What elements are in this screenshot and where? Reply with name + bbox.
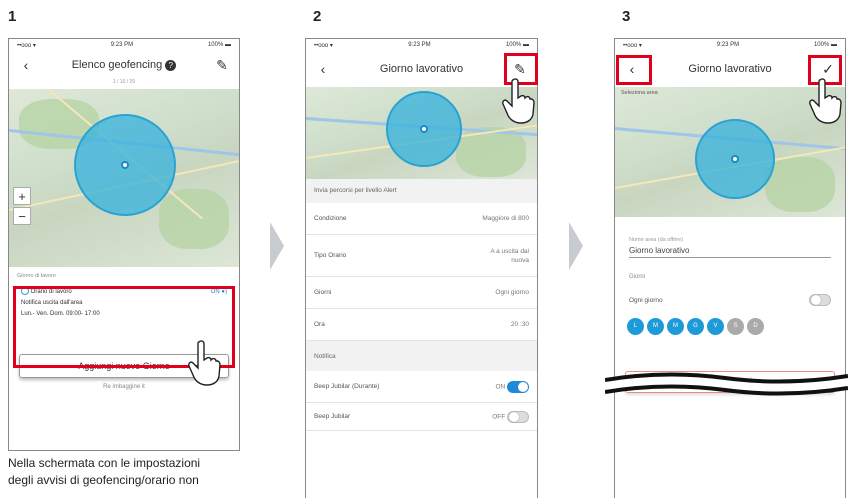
location-marker-icon bbox=[121, 161, 129, 169]
day-button[interactable]: L bbox=[627, 317, 644, 335]
day-button[interactable]: M bbox=[647, 317, 664, 335]
status-bar: ••ooo ▾ 9:23 PM 100% ▬ bbox=[306, 39, 537, 51]
step-number-1: 1 bbox=[8, 8, 17, 25]
map-label: Seleziona area bbox=[621, 90, 658, 96]
section-break-icon bbox=[605, 372, 848, 396]
status-bar: ••ooo ▾ 9:23 PM 100% ▬ bbox=[9, 39, 239, 51]
caption-line: degli avvisi di geofencing/orario non bbox=[8, 473, 199, 487]
days-label: Giorni bbox=[629, 274, 646, 280]
everyday-row: Ogni giorno bbox=[615, 280, 845, 306]
geofence-area bbox=[74, 114, 176, 216]
row-value: Ogni giorno bbox=[495, 289, 529, 296]
status-bar: ••ooo ▾ 9:23 PM 100% ▬ bbox=[615, 39, 845, 51]
row-label: Giorni bbox=[314, 289, 332, 296]
arrow-right-icon bbox=[569, 222, 583, 270]
day-button[interactable]: D bbox=[747, 317, 764, 335]
signal-indicator: ••ooo ▾ bbox=[623, 42, 642, 49]
geofence-area bbox=[386, 91, 462, 167]
setting-row[interactable]: Giorni Ogni giorno bbox=[306, 277, 537, 309]
everyday-label: Ogni giorno bbox=[629, 296, 663, 304]
setting-row[interactable]: Ora 20 :30 bbox=[306, 309, 537, 341]
location-marker-icon bbox=[420, 125, 428, 133]
caption-line: Nella schermata con le impostazioni bbox=[8, 456, 201, 470]
day-selector: LMMGVSD bbox=[615, 306, 845, 335]
phone-screen-1: ••ooo ▾ 9:23 PM 100% ▬ ‹ Elenco geofenci… bbox=[8, 38, 240, 451]
row-label: Ora bbox=[314, 321, 325, 328]
row-label: Beep Jubilar bbox=[314, 413, 351, 420]
nav-bar: ‹ Elenco geofencing ? ✎ bbox=[9, 51, 239, 79]
section-label: Giorno di lavoro bbox=[17, 273, 56, 279]
back-icon[interactable]: ‹ bbox=[17, 56, 35, 74]
zoom-in-button[interactable]: + bbox=[13, 187, 31, 205]
row-label: Beep Jubilar (Durante) bbox=[314, 383, 380, 390]
day-button[interactable]: V bbox=[707, 317, 724, 335]
arrow-right-icon bbox=[270, 222, 284, 270]
toggle-switch[interactable] bbox=[507, 380, 529, 393]
page-title: Giorno lavorativo bbox=[688, 63, 772, 75]
signal-indicator: ••ooo ▾ bbox=[314, 42, 333, 49]
battery-indicator: 100% ▬ bbox=[505, 42, 529, 48]
edit-pencil-icon[interactable]: ✎ bbox=[213, 56, 231, 74]
battery-indicator: 100% ▬ bbox=[813, 42, 837, 48]
toggle-state: OFF bbox=[492, 413, 506, 421]
row-label: Tipo Orario bbox=[314, 252, 347, 259]
row-value: Maggiore di 800 bbox=[482, 215, 529, 222]
row-value: 20 :30 bbox=[510, 321, 529, 328]
step-number-2: 2 bbox=[313, 8, 322, 25]
day-button[interactable]: S bbox=[727, 317, 744, 335]
area-name-field[interactable]: Nome area (da offrire) Giorno lavorativo bbox=[615, 217, 845, 258]
tap-hand-icon bbox=[502, 78, 535, 124]
day-button[interactable]: M bbox=[667, 317, 684, 335]
map-view[interactable]: + − bbox=[9, 89, 239, 267]
battery-indicator: 100% ▬ bbox=[207, 42, 231, 48]
step-number-3: 3 bbox=[622, 8, 631, 25]
day-button[interactable]: G bbox=[687, 317, 704, 335]
clock: 9:23 PM bbox=[408, 42, 431, 48]
location-marker-icon bbox=[731, 155, 739, 163]
signal-indicator: ••ooo ▾ bbox=[17, 42, 36, 49]
page-title: Giorno lavorativo bbox=[379, 63, 464, 75]
page-subtitle: 1 / 10 / 20 bbox=[112, 79, 136, 85]
row-value: A a uscita dal nuova bbox=[490, 247, 529, 264]
section-header: Invia percorsi per livello Alert bbox=[306, 179, 537, 203]
toggle-row: Beep Jubilar (Durante) ON bbox=[306, 371, 537, 403]
row-label: Condizione bbox=[314, 215, 347, 222]
tap-hand-icon bbox=[188, 340, 221, 386]
setting-row[interactable]: Condizione Maggiore di 800 bbox=[306, 203, 537, 235]
setting-row[interactable]: Tipo Orario A a uscita dal nuova bbox=[306, 235, 537, 277]
toggle-switch[interactable] bbox=[507, 410, 529, 423]
instruction-caption: Nella schermata con le impostazioni degl… bbox=[8, 455, 240, 489]
back-icon[interactable]: ‹ bbox=[314, 60, 332, 78]
field-value[interactable]: Giorno lavorativo bbox=[629, 243, 831, 258]
section-header: Notifica bbox=[306, 341, 537, 371]
clock: 9:23 PM bbox=[716, 42, 740, 48]
geofence-area bbox=[695, 119, 775, 199]
page-title: Elenco geofencing ? bbox=[35, 59, 213, 71]
toggle-state: ON bbox=[495, 383, 506, 391]
everyday-toggle[interactable] bbox=[809, 294, 831, 306]
zoom-out-button[interactable]: − bbox=[13, 207, 31, 225]
clock: 9:23 PM bbox=[110, 42, 134, 48]
highlight-box bbox=[616, 55, 652, 85]
toggle-row: Beep Jubilar OFF bbox=[306, 403, 537, 431]
help-icon[interactable]: ? bbox=[165, 60, 177, 71]
tap-hand-icon bbox=[809, 78, 842, 124]
